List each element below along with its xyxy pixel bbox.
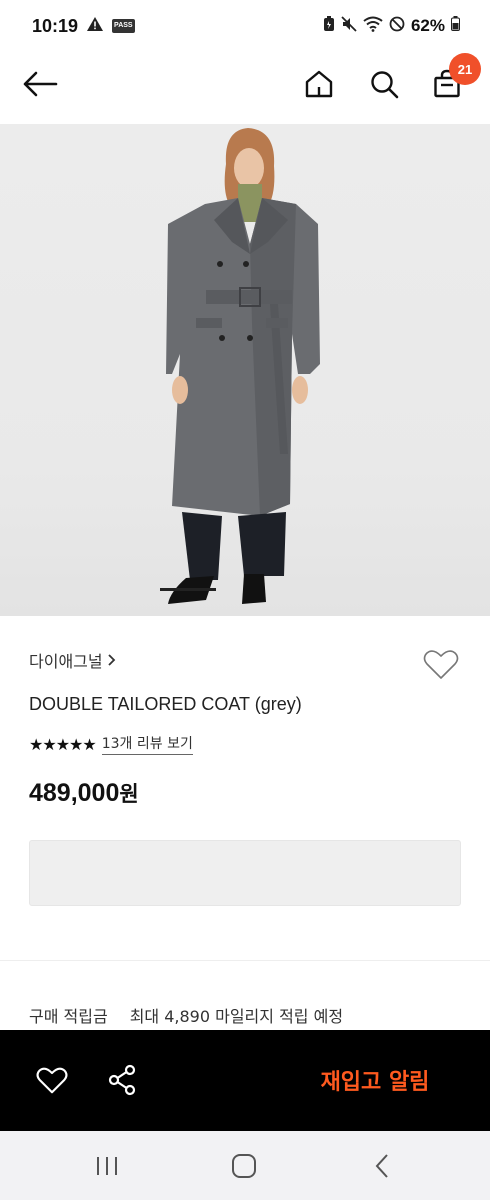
price-number: 489,000 — [29, 779, 120, 807]
restock-alert-button[interactable]: 재입고 알림 — [290, 1056, 460, 1104]
share-icon — [108, 1064, 136, 1096]
home-button[interactable] — [297, 62, 341, 106]
battery-icon — [451, 16, 460, 36]
cart-count-badge: 21 — [449, 53, 481, 85]
points-label: 구매 적립금 — [29, 1007, 108, 1026]
star-icon: ★ — [82, 734, 96, 754]
share-button[interactable] — [102, 1060, 142, 1100]
like-button[interactable] — [32, 1060, 72, 1100]
points-row: 구매 적립금 최대 4,890 마일리지 적립 예정 — [29, 1003, 343, 1027]
battery-level: 62% — [410, 16, 445, 35]
wishlist-button[interactable] — [420, 644, 462, 684]
star-icon: ★ — [55, 734, 70, 754]
brand-name: 다이애그널 — [29, 652, 103, 671]
product-image[interactable] — [0, 124, 490, 616]
rating-row: ★ ★ ★ ★ ★ 13개 리뷰 보기 — [29, 733, 193, 755]
back-button[interactable] — [18, 62, 62, 106]
product-price: 489,000원 — [29, 778, 139, 808]
recent-apps-icon — [97, 1157, 117, 1175]
bottom-action-bar: 재입고 알림 — [0, 1030, 490, 1131]
star-rating: ★ ★ ★ ★ ★ — [29, 734, 97, 754]
price-unit: 원 — [119, 782, 139, 806]
status-bar: 10:19 PASS 62% — [0, 0, 490, 52]
system-home-button[interactable] — [224, 1149, 264, 1183]
chevron-left-icon — [375, 1154, 388, 1178]
review-link[interactable]: 13개 리뷰 보기 — [101, 733, 193, 755]
mute-icon — [341, 15, 357, 37]
heart-outline-icon — [423, 650, 459, 679]
status-time: 10:19 — [32, 15, 79, 36]
recent-apps-button[interactable] — [87, 1149, 127, 1183]
top-header: 21 — [0, 52, 490, 124]
section-divider — [0, 960, 490, 961]
model-coat-photo — [166, 128, 320, 604]
system-back-button[interactable] — [362, 1149, 402, 1183]
arrow-left-icon — [23, 71, 58, 97]
battery-saver-icon — [323, 15, 335, 37]
warning-icon — [86, 16, 104, 37]
search-icon — [371, 71, 399, 99]
star-icon: ★ — [69, 734, 83, 754]
home-icon — [305, 70, 333, 98]
heart-outline-icon — [36, 1067, 68, 1094]
search-button[interactable] — [362, 62, 406, 106]
product-name: DOUBLE TAILORED COAT (grey) — [29, 694, 302, 714]
option-select-box[interactable] — [29, 840, 461, 906]
wifi-icon — [363, 16, 383, 37]
home-square-icon — [232, 1154, 256, 1178]
do-not-disturb-icon — [389, 16, 405, 37]
image-pager-indicator — [160, 588, 216, 591]
system-nav-bar — [0, 1131, 490, 1200]
chevron-right-icon — [107, 654, 115, 666]
points-value: 최대 4,890 마일리지 적립 예정 — [129, 1007, 344, 1026]
star-icon: ★ — [29, 734, 43, 754]
brand-link[interactable]: 다이애그널 — [29, 648, 117, 672]
pass-app-icon: PASS — [112, 19, 135, 33]
star-icon: ★ — [42, 734, 56, 754]
